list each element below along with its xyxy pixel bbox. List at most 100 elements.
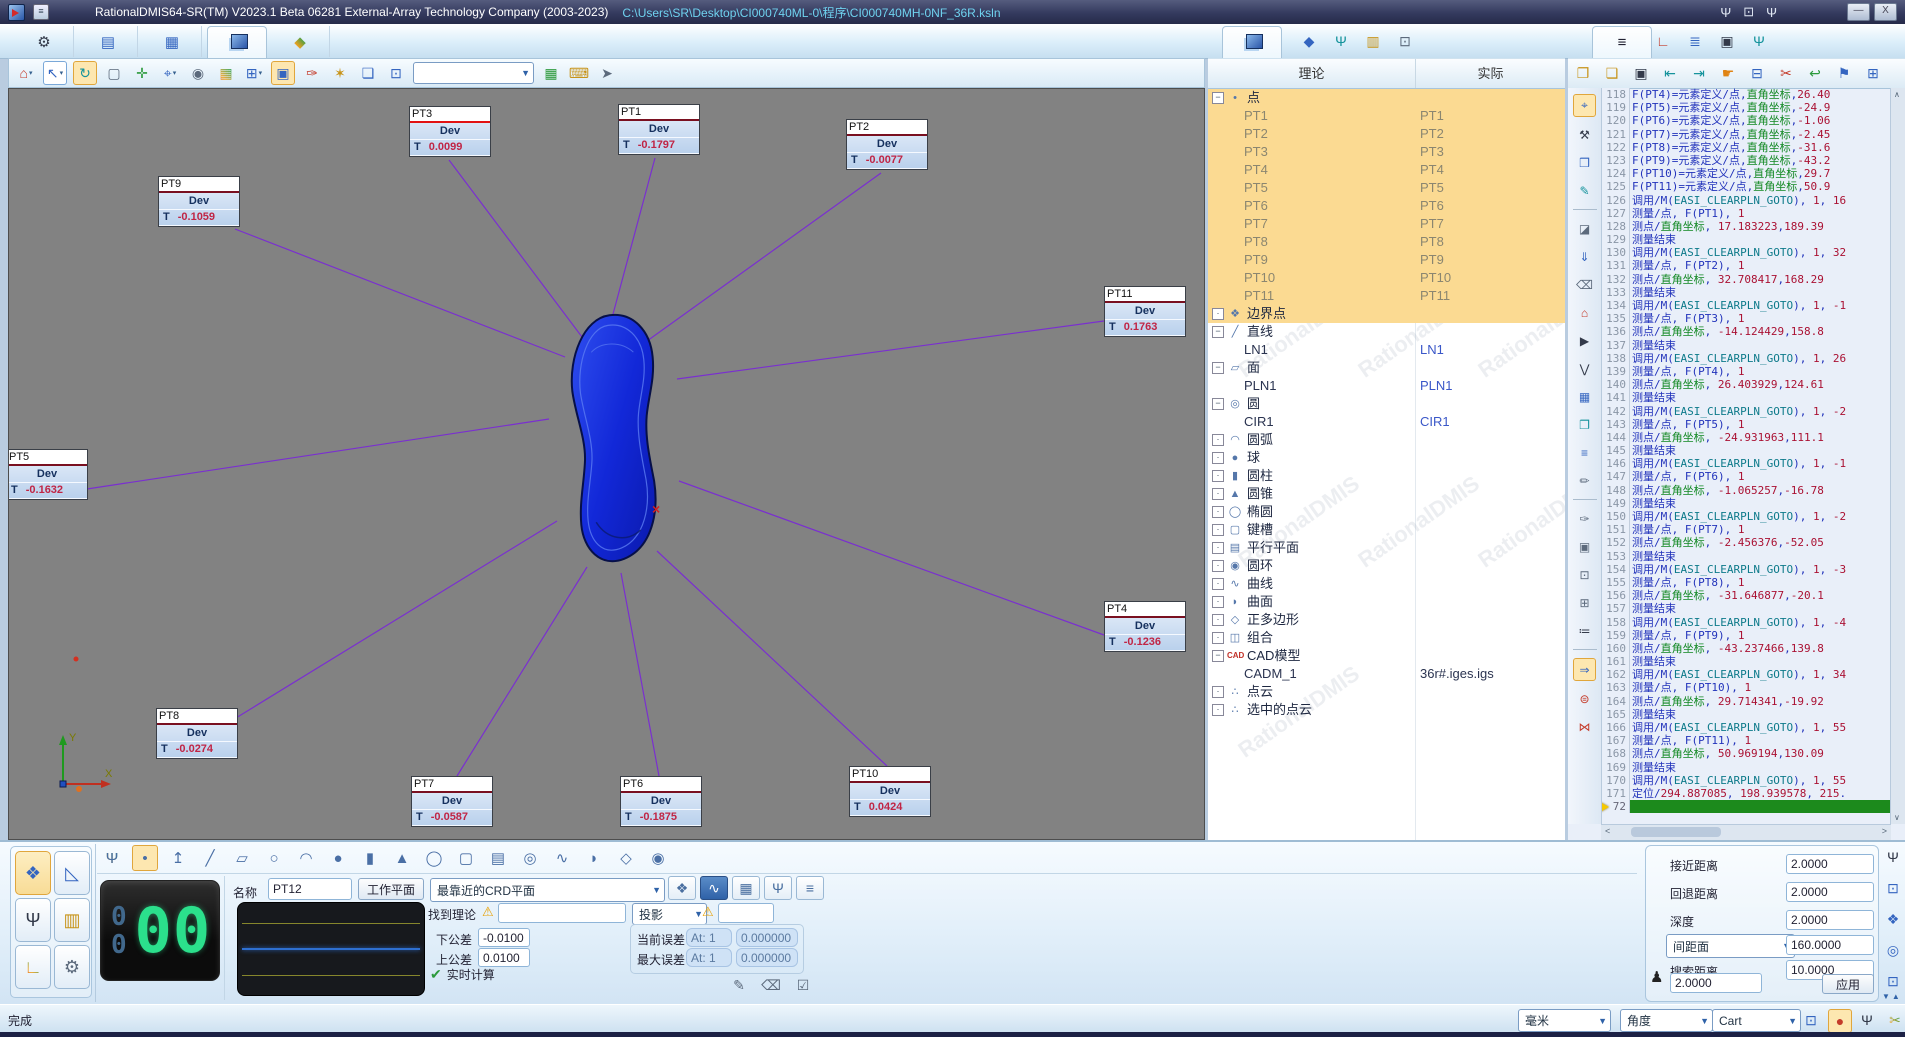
shape-plane-icon[interactable]: ▱ [230,846,254,870]
insert-line-icon[interactable]: ⊞ [1862,63,1884,85]
shape-cone-icon[interactable]: ▲ [390,846,414,870]
save-program-icon[interactable]: ▣ [1630,63,1652,85]
line-list-icon[interactable]: ≡ [1574,442,1595,463]
virtual-keyboard-icon[interactable]: ⌨ [568,62,590,84]
calibration-square-button[interactable]: ◺ [54,851,90,895]
code-line-138[interactable]: 138调用/M(EASI_CLEARPLN_GOTO), 1, 26 [1602,352,1905,365]
tab-data-grid[interactable]: ▦ [143,26,202,57]
feature-name-input[interactable]: PT12 [268,878,352,900]
rebuild-icon[interactable]: ⚒ [1574,124,1595,145]
frame-points-icon[interactable]: ⊡ [1800,1009,1822,1031]
clamp-icon[interactable]: ⋁ [1574,358,1595,379]
view-refresh-icon[interactable]: ↻ [73,61,97,85]
tab-data-table-icon[interactable]: ▦ [732,876,760,900]
tree-group-直线[interactable]: −╱直线 [1208,323,1565,341]
program-code-area[interactable]: 118F(PT4)=元素定义/点,直角坐标,26.40119F(PT5)=元素定… [1602,88,1905,824]
viewport-3d[interactable]: × Y X PT3DevT0.0099PT1DevT-0.1797PT2DevT… [8,88,1205,840]
tree-item-PT3[interactable]: PT3PT3 [1208,143,1565,161]
param-input[interactable]: 2.0000 [1786,910,1874,930]
probe-cursor-icon[interactable]: ➤ [596,62,618,84]
camera-icon[interactable]: ▣ [1716,30,1738,52]
pin-feature-icon[interactable]: ⌖▾ [159,62,181,84]
confirm-check-icon[interactable]: ☑ [792,974,814,996]
code-line-158[interactable]: 158调用/M(EASI_CLEARPLN_GOTO), 1, -4 [1602,616,1905,629]
code-line-136[interactable]: 136 测点/直角坐标, -14.124429,158.8 [1602,325,1905,338]
probe-user-icon[interactable]: Ψ [1766,5,1777,20]
param-input[interactable]: 2.0000 [1786,882,1874,902]
grid-view-icon[interactable]: ▦ [1574,386,1595,407]
point-label-PT7[interactable]: PT7DevT-0.0587 [411,776,493,827]
monitor-blue2-icon[interactable]: ⊡ [1882,970,1904,992]
axes-icon[interactable]: ∟ [1652,30,1674,52]
cut-icon[interactable]: ✂ [1775,63,1797,85]
breakpoint-list-icon[interactable]: ⊜ [1574,688,1595,709]
code-line-122[interactable]: 122F(PT8)=元素定义/点,直角坐标,-31.6 [1602,141,1905,154]
monitor-icon[interactable]: ⊡ [1574,564,1595,585]
pause-hand-icon[interactable]: ☛ [1717,63,1739,85]
tree-item-PLN1[interactable]: PLN1PLN1 [1208,377,1565,395]
code-line-128[interactable]: 128 测点/直角坐标, 17.183223,189.39 [1602,220,1905,233]
code-line-148[interactable]: 148 测点/直角坐标, -1.065257,-16.78 [1602,484,1905,497]
shape-point-icon[interactable]: • [132,845,158,871]
tree-group-正多边形[interactable]: ·◇正多边形 [1208,611,1565,629]
flag-marker-icon[interactable]: ⚑ [1833,63,1855,85]
code-horizontal-scrollbar[interactable]: <> [1601,824,1891,840]
home-view-icon[interactable]: ⌂▾ [15,62,37,84]
machine-setup-button[interactable]: ⚙ [54,945,90,989]
color-cut-icon[interactable]: ✂ [1884,1009,1905,1031]
tab-program-doc[interactable]: ▤ [79,26,138,57]
remove-line-icon[interactable]: ⊟ [1746,63,1768,85]
angle-dropdown[interactable]: 角度▼ [1620,1009,1713,1032]
probe-list-icon[interactable]: ≔ [1574,620,1595,641]
tab-feature-cube[interactable] [1222,26,1282,58]
report-table-icon[interactable]: ▦ [540,62,562,84]
open-insert-icon[interactable]: ❏ [1601,63,1623,85]
tree-item-CIR1[interactable]: CIR1CIR1 [1208,413,1565,431]
code-line-145[interactable]: 145测量结束 [1602,444,1905,457]
tree-item-PT1[interactable]: PT1PT1 [1208,107,1565,125]
tree-group-圆弧[interactable]: ·◠圆弧 [1208,431,1565,449]
code-line-166[interactable]: 166调用/M(EASI_CLEARPLN_GOTO), 1, 55 [1602,721,1905,734]
pin-icon[interactable]: ⌖ [1573,94,1596,117]
probe-machine-icon[interactable]: Ψ [1882,846,1904,868]
tree-group-边界点[interactable]: ·❖边界点 [1208,305,1565,323]
code-line-171[interactable]: 171定位/294.887085, 198.939578, 215. [1602,787,1905,800]
dual-monitor-icon[interactable]: ⊡ [1743,4,1754,20]
probe-small-icon[interactable]: Ψ [1748,30,1770,52]
code-line-129[interactable]: 129测量结束 [1602,233,1905,246]
select-cursor-icon[interactable]: ↖▾ [43,61,67,85]
found-theory-input[interactable] [498,903,626,923]
code-line-137[interactable]: 137测量结束 [1602,339,1905,352]
point-label-PT2[interactable]: PT2DevT-0.0077 [846,119,928,170]
point-label-PT8[interactable]: PT8DevT-0.0274 [156,708,238,759]
tree-header-theoretical[interactable]: 理论 [1208,59,1416,88]
zoom-window-icon[interactable]: ▢ [103,62,125,84]
tree-item-PT4[interactable]: PT4PT4 [1208,161,1565,179]
code-line-120[interactable]: 120F(PT6)=元素定义/点,直角坐标,-1.06 [1602,114,1905,127]
code-line-135[interactable]: 135测量/点, F(PT3), 1 [1602,312,1905,325]
shape-line-icon[interactable]: ╱ [198,846,222,870]
tree-group-圆柱[interactable]: ·▮圆柱 [1208,467,1565,485]
shape-vector-point-icon[interactable]: ↥ [166,846,190,870]
point-label-PT9[interactable]: PT9DevT-0.1059 [158,176,240,227]
monitor-gear-icon[interactable]: ⊡ [1394,30,1416,52]
shape-ellipse-icon[interactable]: ◯ [422,846,446,870]
code-line-124[interactable]: 124F(PT10)=元素定义/点,直角坐标,29.7 [1602,167,1905,180]
machine-probe-cube-button[interactable]: ❖ [15,851,51,895]
erase-icon[interactable]: ⌫ [1574,274,1595,295]
code-line-146[interactable]: 146调用/M(EASI_CLEARPLN_GOTO), 1, -1 [1602,457,1905,470]
workplane-button[interactable]: 工作平面 [358,878,424,900]
tree-item-PT5[interactable]: PT5PT5 [1208,179,1565,197]
code-line-118[interactable]: 118F(PT4)=元素定义/点,直角坐标,26.40 [1602,88,1905,101]
view-preset-combo[interactable]: ▼ [413,62,534,84]
tool-chest-icon[interactable]: ▥ [1362,30,1384,52]
code-line-151[interactable]: 151测量/点, F(PT7), 1 [1602,523,1905,536]
shape-sphere-icon[interactable]: ● [326,846,350,870]
shape-torus-icon[interactable]: ◎ [518,846,542,870]
code-line-141[interactable]: 141测量结束 [1602,391,1905,404]
tree-group-点云[interactable]: ·∴点云 [1208,683,1565,701]
tree-group-键槽[interactable]: ·▢键槽 [1208,521,1565,539]
tree-group-椭圆[interactable]: ·◯椭圆 [1208,503,1565,521]
tab-probe-path-icon[interactable]: Ψ [764,876,792,900]
code-line-162[interactable]: 162调用/M(EASI_CLEARPLN_GOTO), 1, 34 [1602,668,1905,681]
